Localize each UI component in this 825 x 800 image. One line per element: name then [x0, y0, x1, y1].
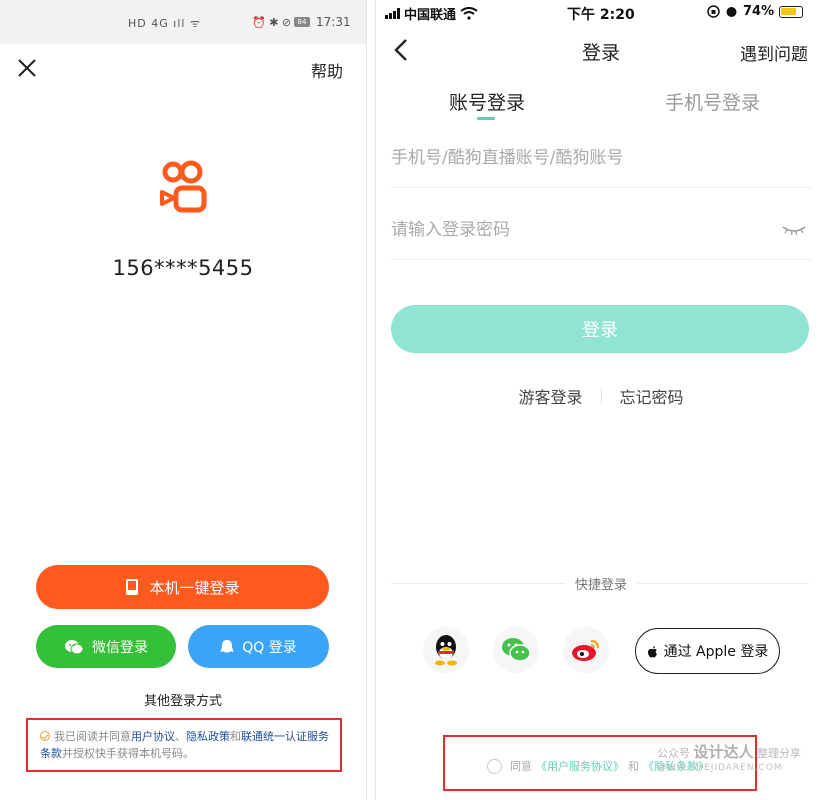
password-input[interactable]: [391, 200, 811, 259]
wechat-login-button[interactable]: 微信登录: [36, 625, 176, 668]
agree-and: 和: [628, 760, 639, 773]
agreement-prefix: 我已阅读并同意: [54, 730, 131, 743]
qq-penguin-icon: [435, 635, 457, 666]
kuaishou-logo-icon: [160, 160, 207, 213]
signal-icon: [385, 8, 400, 19]
status-right: 74%: [707, 4, 804, 19]
link-separator: [600, 389, 602, 403]
privacy-policy-link[interactable]: 隐私政策: [186, 730, 230, 743]
watermark: 公众号 设计达人 整理分享 WWW.SHEJIDAREN.COM: [657, 745, 801, 775]
agreement-sep: 、: [175, 730, 186, 743]
carrier-status: 中国联通: [385, 4, 478, 23]
status-bar: HD 4G ıll ᯤ ⏰ ✱ ⊘ 84 17:31: [0, 0, 366, 44]
agree-checkbox[interactable]: [40, 731, 50, 741]
agreement-text: 我已阅读并同意用户协议、隐私政策和联通统一认证服务条款并授权快手获得本机号码。: [40, 728, 330, 762]
forgot-password-link[interactable]: 忘记密码: [620, 384, 684, 408]
tab-indicator: [477, 117, 495, 120]
eye-closed-icon[interactable]: [781, 224, 807, 236]
alarm-bluetooth-icons: ⏰ ✱ ⊘: [252, 16, 292, 29]
watermark-brand: 设计达人: [693, 743, 754, 761]
watermark-prefix: 公众号: [657, 747, 690, 760]
watermark-suffix: 整理分享: [757, 747, 802, 760]
qq-login-button[interactable]: QQ 登录: [188, 625, 329, 668]
login-button[interactable]: 登录: [391, 305, 809, 353]
qq-login-label: QQ 登录: [242, 639, 297, 656]
weibo-login-button[interactable]: [563, 627, 609, 673]
one-key-login-label: 本机一键登录: [149, 578, 240, 597]
agreement-and: 和: [230, 730, 241, 743]
phone-icon: [126, 579, 139, 595]
tab-phone-login[interactable]: 手机号登录: [665, 88, 760, 115]
wechat-login-button[interactable]: [493, 627, 539, 673]
account-field: [391, 128, 811, 188]
alarm-icon: [726, 7, 737, 17]
quick-login-heading: 快捷登录: [377, 574, 825, 593]
user-agreement-link[interactable]: 用户协议: [131, 730, 175, 743]
user-service-agreement-link[interactable]: 《用户服务协议》: [536, 758, 624, 774]
account-input[interactable]: [391, 128, 811, 187]
qq-icon: [220, 639, 234, 652]
quick-login-label: 快捷登录: [564, 578, 637, 593]
battery-icon: 84: [294, 17, 310, 27]
left-screen: HD 4G ıll ᯤ ⏰ ✱ ⊘ 84 17:31 帮助 156****545…: [0, 0, 366, 800]
one-key-login-button[interactable]: 本机一键登录: [36, 565, 329, 609]
agree-label: 同意: [510, 760, 532, 773]
weibo-icon: [572, 639, 600, 661]
help-link[interactable]: 帮助: [311, 58, 343, 82]
other-login-methods[interactable]: 其他登录方式: [0, 690, 366, 709]
agreement-suffix: 并授权快手获得本机号码。: [62, 747, 194, 760]
status-time: 17:31: [316, 15, 351, 29]
right-screen: 中国联通 下午 2:20 74% 登录 遇到问题 账号登录 手机号登录 手机号/…: [377, 0, 825, 800]
battery-percent: 74%: [743, 4, 775, 19]
status-time: 下午 2:20: [567, 7, 635, 23]
watermark-url: WWW.SHEJIDAREN.COM: [657, 763, 783, 773]
trouble-link[interactable]: 遇到问题: [740, 40, 808, 65]
agree-radio[interactable]: [487, 758, 502, 774]
guest-login-link[interactable]: 游客登录: [518, 384, 582, 408]
network-icons: HD 4G ıll ᯤ: [128, 17, 201, 30]
wechat-icon: [65, 639, 84, 654]
tab-account-login[interactable]: 账号登录: [449, 88, 525, 115]
secondary-links: 游客登录 忘记密码: [377, 384, 825, 408]
wechat-icon: [502, 638, 531, 662]
qq-login-button[interactable]: [423, 627, 469, 673]
carrier-name: 中国联通: [404, 8, 457, 23]
apple-icon: [647, 645, 657, 657]
close-icon[interactable]: [16, 57, 38, 79]
apple-login-button[interactable]: 通过 Apple 登录: [635, 628, 780, 674]
wifi-icon: [460, 7, 478, 20]
apple-login-label: 通过 Apple 登录: [663, 644, 769, 660]
masked-phone-number: 156****5455: [112, 256, 254, 280]
password-field: [391, 200, 811, 260]
orientation-lock-icon: [707, 5, 720, 18]
wechat-login-label: 微信登录: [92, 639, 148, 656]
screen-divider: [366, 0, 376, 800]
battery-icon: [779, 5, 804, 18]
